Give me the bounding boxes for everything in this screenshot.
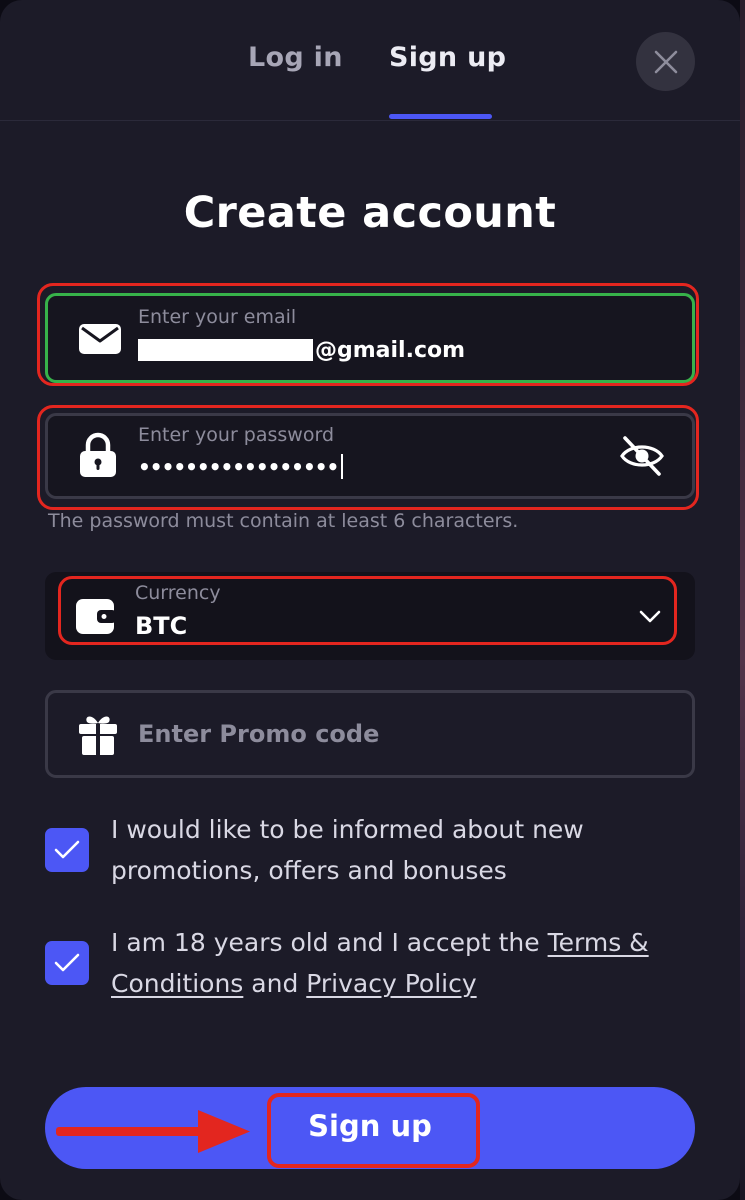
page-title: Create account [183,188,557,238]
close-icon [654,50,677,73]
text-caret [341,454,344,479]
age-terms-checkbox[interactable] [45,941,89,985]
signup-submit-label: Sign up [308,1109,432,1143]
password-label: Enter your password [138,424,335,446]
signup-submit-button[interactable]: Sign up [45,1087,695,1169]
background-edge [740,0,745,1200]
tab-signup[interactable]: Sign up [389,42,506,73]
privacy-policy-link[interactable]: Privacy Policy [306,969,476,998]
envelope-icon [79,324,121,354]
email-visible-part: @gmail.com [315,338,466,363]
gift-icon [79,716,117,755]
checkmark-icon [54,953,80,972]
promo-placeholder: Enter Promo code [138,720,380,748]
chevron-down-icon [639,610,661,623]
auth-tabs: Log in Sign up [0,0,740,121]
eye-slash-icon[interactable] [618,434,666,478]
currency-label: Currency [135,582,221,604]
email-value: @gmail.com [138,338,465,363]
tab-login[interactable]: Log in [248,42,343,73]
signup-modal: Log in Sign up Create account Enter your… [0,0,740,1200]
email-label: Enter your email [138,306,297,328]
active-tab-indicator [389,114,492,119]
currency-value: BTC [135,612,188,640]
wallet-icon [76,599,116,634]
lock-icon [80,432,116,477]
close-button[interactable] [636,32,695,91]
redacted-text [138,339,313,361]
checkmark-icon [54,840,80,859]
promotions-checkbox[interactable] [45,828,89,872]
email-field[interactable]: Enter your email @gmail.com [45,293,695,383]
password-field[interactable]: Enter your password ••••••••••••••••• [45,413,695,499]
promotions-consent-text: I would like to be informed about new pr… [111,815,584,885]
promo-code-input[interactable]: Enter Promo code [45,690,695,778]
currency-select[interactable]: Currency BTC [45,572,695,660]
password-hint: The password must contain at least 6 cha… [48,510,519,532]
age-terms-consent-text: I am 18 years old and I accept the Terms… [111,928,649,998]
password-value: ••••••••••••••••• [138,454,344,479]
